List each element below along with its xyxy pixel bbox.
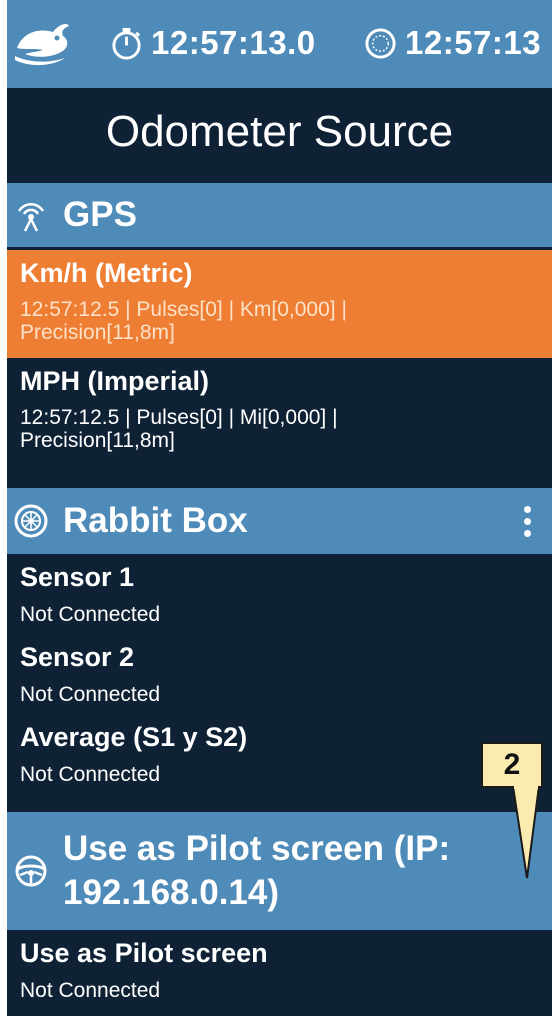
stopwatch-time: 12:57:13.0 [151,24,316,61]
stopwatch-clock: 12:57:13.0 [110,24,316,62]
rabbit-logo-icon[interactable] [13,18,71,68]
pilot-section-header: Use as Pilot screen (IP: 192.168.0.14) [7,812,552,930]
gps-antenna-icon [17,202,45,232]
rabbit-box-section-header: Rabbit Box [7,488,552,554]
rabbit-option-average[interactable]: Average (S1 y S2) Not Connected [7,722,552,802]
callout-pointer [511,786,541,879]
option-status: Not Connected [20,979,161,1002]
pilot-header-line2: 192.168.0.14) [63,873,280,912]
device-clock: 12:57:13 [364,24,541,62]
device-time: 12:57:13 [405,24,542,61]
rabbit-box-header-label: Rabbit Box [63,501,248,540]
option-label: MPH (Imperial) [20,366,210,396]
option-status: Not Connected [20,763,161,786]
gps-option-metric[interactable]: Km/h (Metric) 12:57:12.5 | Pulses[0] | K… [7,250,552,358]
wheel-icon [14,504,48,538]
option-detail: 12:57:12.5 | Pulses[0] | Mi[0,000] | [20,406,338,429]
option-label: Average (S1 y S2) [20,722,248,752]
clock-icon [365,27,396,59]
steering-wheel-icon [15,855,47,887]
gps-option-imperial[interactable]: MPH (Imperial) 12:57:12.5 | Pulses[0] | … [7,358,552,468]
pilot-option-use-as-pilot[interactable]: Use as Pilot screen Not Connected [7,938,552,1016]
option-label: Sensor 2 [20,642,135,672]
top-bar: 12:57:13.0 12:57:13 [7,0,552,88]
option-detail-precision: Precision[11,8m] [20,429,175,452]
option-detail-precision: Precision[11,8m] [20,321,175,344]
app-screen: 12:57:13.0 12:57:13 Odometer Source GPS … [7,0,552,1016]
option-label: Km/h (Metric) [20,258,193,288]
option-label: Use as Pilot screen [20,938,268,968]
stopwatch-icon [112,27,141,60]
pilot-header-text: Use as Pilot screen (IP: 192.168.0.14) [49,827,450,915]
option-detail: 12:57:12.5 | Pulses[0] | Km[0,000] | [20,298,347,321]
rabbit-option-sensor1[interactable]: Sensor 1 Not Connected [7,562,552,640]
page-title: Odometer Source [105,107,454,156]
option-status: Not Connected [20,603,161,626]
pilot-header-line1: Use as Pilot screen (IP: [63,829,451,868]
option-label: Sensor 1 [20,562,135,592]
more-vert-icon[interactable] [524,506,532,538]
gps-section-header: GPS [7,183,552,247]
callout-badge: 2 [481,742,543,788]
rabbit-option-sensor2[interactable]: Sensor 2 Not Connected [7,642,552,720]
gps-header-label: GPS [63,195,137,234]
option-status: Not Connected [20,683,161,706]
